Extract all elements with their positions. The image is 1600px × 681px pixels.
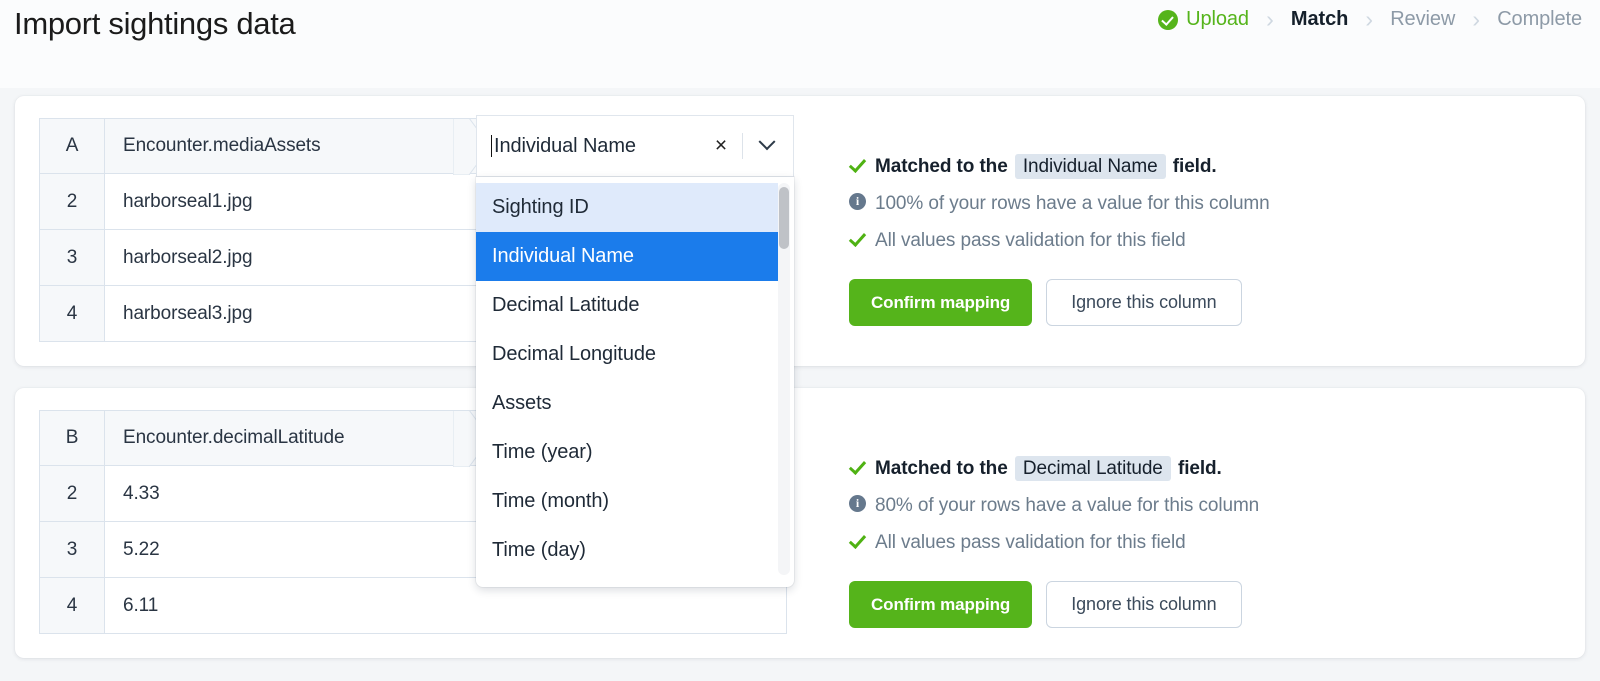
dropdown-option-time-month[interactable]: Time (month) (476, 477, 778, 526)
dropdown-option-assets[interactable]: Assets (476, 379, 778, 428)
status-badge: Individual Name (1014, 154, 1166, 179)
row-number: 3 (39, 522, 105, 578)
stepper-step-complete[interactable]: Complete (1497, 8, 1582, 31)
status-coverage-text: 80% of your rows have a value for this c… (875, 495, 1260, 516)
row-number: 2 (39, 174, 105, 230)
column-letter: B (39, 410, 105, 466)
status-validation: All values pass validation for this fiel… (849, 228, 1561, 254)
chevron-right-icon: › (1266, 6, 1274, 32)
status-matched-prefix: Matched to the (875, 458, 1008, 479)
dropdown-option-decimal-longitude[interactable]: Decimal Longitude (476, 330, 778, 379)
stepper-step-upload[interactable]: Upload (1158, 8, 1249, 31)
confirm-mapping-button[interactable]: Confirm mapping (849, 581, 1033, 628)
divider (742, 133, 743, 159)
ignore-column-button[interactable]: Ignore this column (1046, 581, 1242, 628)
stepper-step-label: Complete (1497, 8, 1582, 30)
dropdown-scrollbar[interactable] (778, 183, 790, 575)
check-circle-icon (1158, 9, 1179, 30)
status-validation-text: All values pass validation for this fiel… (875, 230, 1186, 251)
row-number: 4 (39, 286, 105, 342)
combobox-input[interactable]: Individual Name (491, 135, 704, 158)
stepper-step-label: Match (1290, 8, 1349, 30)
column-mapping-list: A Encounter.mediaAssets 2 harborseal1.jp… (0, 88, 1600, 658)
status-matched: Matched to the Individual Name field. (849, 154, 1561, 180)
mapping-status-a: Matched to the Individual Name field. i … (787, 118, 1561, 326)
stepper-step-label: Review (1390, 8, 1456, 30)
chevron-right-icon: › (1365, 6, 1374, 32)
status-badge: Decimal Latitude (1014, 456, 1171, 481)
chevron-down-icon[interactable] (747, 129, 787, 163)
status-coverage: i 80% of your rows have a value for this… (849, 493, 1561, 519)
page-title: Import sightings data (14, 6, 296, 41)
info-icon: i (849, 191, 875, 210)
row-number: 3 (39, 230, 105, 286)
text-cursor (491, 135, 492, 157)
mapping-status-b: Matched to the Decimal Latitude field. i… (787, 410, 1561, 628)
mapping-actions: Confirm mapping Ignore this column (849, 581, 1561, 628)
close-icon[interactable]: × (704, 129, 738, 163)
row-number: 2 (39, 466, 105, 522)
column-mapping-card-a: A Encounter.mediaAssets 2 harborseal1.jp… (15, 96, 1585, 587)
stepper-step-label: Upload (1186, 8, 1249, 30)
page-header: Import sightings data Upload › Match › R… (0, 0, 1600, 88)
combobox-control[interactable]: Individual Name × (476, 115, 794, 177)
confirm-mapping-button[interactable]: Confirm mapping (849, 279, 1033, 326)
dropdown-option-decimal-latitude[interactable]: Decimal Latitude (476, 281, 778, 330)
dropdown-options: Sighting ID Individual Name Decimal Lati… (476, 183, 778, 575)
dropdown-option-time-year[interactable]: Time (year) (476, 428, 778, 477)
column-mapping-card-b: B Encounter.decimalLatitude 2 4.33 3 5.2… (15, 388, 1585, 658)
status-validation-text: All values pass validation for this fiel… (875, 532, 1186, 553)
column-preview-a: A Encounter.mediaAssets 2 harborseal1.jp… (39, 115, 794, 587)
dropdown-option-time-day[interactable]: Time (day) (476, 526, 778, 575)
chevron-right-icon: › (1472, 6, 1481, 32)
dropdown-option-individual-name[interactable]: Individual Name (476, 232, 778, 281)
column-letter: A (39, 118, 105, 174)
mapping-actions: Confirm mapping Ignore this column (849, 279, 1561, 326)
check-icon (849, 456, 875, 474)
status-matched-suffix: field. (1172, 156, 1217, 177)
status-coverage: i 100% of your rows have a value for thi… (849, 191, 1561, 217)
status-matched: Matched to the Decimal Latitude field. (849, 456, 1561, 482)
combobox-dropdown[interactable]: Sighting ID Individual Name Decimal Lati… (476, 177, 794, 587)
check-icon (849, 228, 875, 246)
status-validation: All values pass validation for this fiel… (849, 530, 1561, 556)
scrollbar-thumb[interactable] (779, 187, 789, 249)
row-number: 4 (39, 578, 105, 634)
check-icon (849, 154, 875, 172)
status-coverage-text: 100% of your rows have a value for this … (875, 193, 1270, 214)
stepper-step-review[interactable]: Review (1390, 8, 1455, 31)
combobox-value-text: Individual Name (494, 134, 636, 157)
status-matched-prefix: Matched to the (875, 156, 1008, 177)
info-icon: i (849, 493, 875, 512)
field-mapping-combobox-a[interactable]: Individual Name × Sighting ID Individual… (476, 115, 794, 587)
stepper-step-match[interactable]: Match (1291, 8, 1348, 31)
import-stepper: Upload › Match › Review › Complete (1158, 0, 1582, 31)
ignore-column-button[interactable]: Ignore this column (1046, 279, 1242, 326)
status-matched-suffix: field. (1177, 458, 1222, 479)
dropdown-option-sighting-id[interactable]: Sighting ID (476, 183, 778, 232)
check-icon (849, 530, 875, 548)
